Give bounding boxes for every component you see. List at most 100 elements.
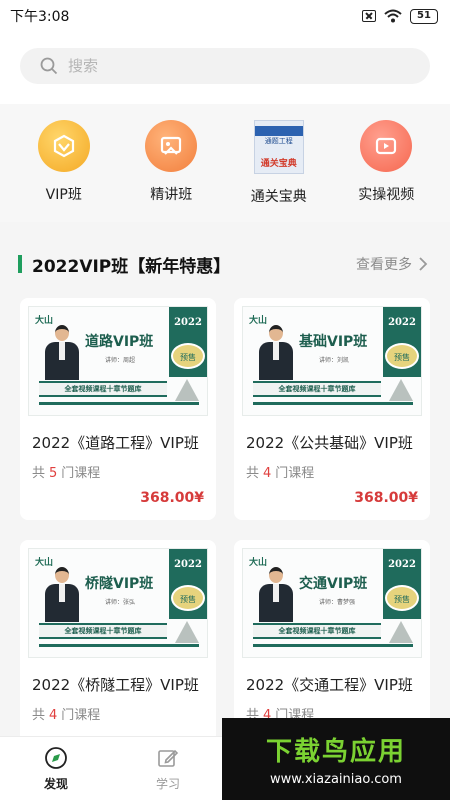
battery-indicator: 51 [410,8,438,24]
wifi-icon [384,9,402,23]
thumbnail-divider [253,402,413,405]
presale-badge: 预售 [171,585,205,611]
ship-icon [389,377,413,401]
watermark-url: www.xiazainiao.com [270,772,402,787]
thumbnail-lecturer: 讲师：张弘 [105,599,136,606]
category-handbook[interactable]: 通题工程 通关宝典 通关宝典 [234,120,324,222]
count-number: 4 [49,708,58,723]
thumbnail-year: 2022 [388,559,416,570]
status-icons: 51 [362,8,438,24]
presale-badge: 预售 [385,343,419,369]
course-card[interactable]: 大山 桥隧VIP班 讲师：张弘 2022 预售 全套视频课程十章节题库 2022… [20,540,216,762]
watermark-title: 下载鸟应用 [265,737,406,767]
thumbnail-year: 2022 [174,317,202,328]
status-bar: 下午3:08 51 [0,0,450,32]
course-card[interactable]: 大山 基础VIP班 讲师：刘凯 2022 预售 全套视频课程十章节题库 2022… [234,298,430,520]
course-title: 2022《道路工程》VIP班 [32,434,199,452]
ship-icon [175,377,199,401]
nav-tab-study[interactable]: 学习 [112,737,224,800]
status-time: 下午3:08 [10,9,70,25]
thumbnail-lecturer: 讲师：曹梦强 [319,599,356,606]
course-price: 368.00¥ [354,490,418,506]
section-title: 2022VIP班【新年特惠】 [32,256,231,277]
search-area [0,32,450,104]
thumbnail-class-name: 桥隧VIP班 [85,576,154,592]
lecture-icon [145,120,198,172]
count-prefix: 共 [32,466,46,481]
view-more-label: 查看更多 [356,257,412,273]
category-grid: VIP班 精讲班 通题工程 通关宝典 通关宝典 实操视频 [0,104,450,222]
count-number: 4 [263,466,272,481]
course-title: 2022《桥隧工程》VIP班 [32,676,199,694]
section-accent-bar [18,255,22,273]
category-vip[interactable]: VIP班 [19,120,109,222]
thumbnail-class-name: 基础VIP班 [299,334,368,350]
thumbnail-banner: 全套视频课程十章节题库 [253,381,381,397]
thumbnail-banner: 全套视频课程十章节题库 [253,623,381,639]
thumbnail-divider [39,644,199,647]
course-thumbnail: 大山 交通VIP班 讲师：曹梦强 2022 预售 全套视频课程十章节题库 [242,548,422,658]
video-play-icon [360,120,413,172]
nav-tab-discover[interactable]: 发现 [0,737,112,800]
year-block: 2022 预售 [383,307,421,377]
course-count: 共 4 门课程 [32,704,100,723]
no-sim-icon [362,10,376,22]
thumbnail-divider [253,644,413,647]
view-more-link[interactable]: 查看更多 [356,254,428,274]
year-block: 2022 预售 [169,549,207,619]
search-bar[interactable] [20,48,430,84]
category-label: 精讲班 [150,187,193,203]
section-title-wrap: 2022VIP班【新年特惠】 [18,252,230,277]
presale-badge: 预售 [385,585,419,611]
count-prefix: 共 [246,466,260,481]
year-block: 2022 预售 [383,549,421,619]
thumbnail-banner: 全套视频课程十章节题库 [39,623,167,639]
thumbnail-lecturer: 讲师：周超 [105,357,136,364]
course-title: 2022《交通工程》VIP班 [246,676,413,694]
course-title: 2022《公共基础》VIP班 [246,434,413,452]
nav-label: 学习 [155,777,180,791]
thumbnail-class-name: 道路VIP班 [85,334,154,350]
teacher-photo [259,567,293,622]
category-video[interactable]: 实操视频 [341,120,431,222]
count-suffix: 门课程 [275,466,315,481]
teacher-photo [259,325,293,380]
search-input[interactable] [68,57,368,75]
course-thumbnail: 大山 桥隧VIP班 讲师：张弘 2022 预售 全套视频课程十章节题库 [28,548,208,658]
count-prefix: 共 [32,708,46,723]
course-count: 共 5 门课程 [32,462,100,481]
category-label: 实操视频 [358,187,415,203]
section-header: 2022VIP班【新年特惠】 查看更多 [0,242,450,286]
nav-label: 发现 [43,777,68,791]
course-price: 368.00¥ [140,490,204,506]
search-icon [40,57,58,75]
book-cover-icon: 通题工程 通关宝典 [253,120,304,174]
edit-icon [155,745,181,771]
watermark-logo: 下载鸟应用 www.xiazainiao.com [222,718,450,800]
count-suffix: 门课程 [61,466,101,481]
thumbnail-year: 2022 [388,317,416,328]
count-suffix: 门课程 [61,708,101,723]
compass-icon [43,745,69,771]
thumbnail-lecturer: 讲师：刘凯 [319,357,350,364]
thumbnail-year: 2022 [174,559,202,570]
vip-icon [37,120,90,172]
book-cover-top: 通题工程 [264,136,293,145]
teacher-photo [45,567,79,622]
course-thumbnail: 大山 道路VIP班 讲师：周超 2022 预售 全套视频课程十章节题库 [28,306,208,416]
chevron-right-icon [419,257,428,271]
presale-badge: 预售 [171,343,205,369]
thumbnail-class-name: 交通VIP班 [299,576,368,592]
course-count: 共 4 门课程 [246,462,314,481]
thumbnail-divider [39,402,199,405]
category-label: 通关宝典 [250,189,307,205]
teacher-photo [45,325,79,380]
thumbnail-banner: 全套视频课程十章节题库 [39,381,167,397]
ship-icon [389,619,413,643]
category-label: VIP班 [45,187,82,203]
course-card[interactable]: 大山 道路VIP班 讲师：周超 2022 预售 全套视频课程十章节题库 2022… [20,298,216,520]
count-number: 5 [49,466,58,481]
category-lecture[interactable]: 精讲班 [126,120,216,222]
book-cover-title: 通关宝典 [260,158,297,169]
course-thumbnail: 大山 基础VIP班 讲师：刘凯 2022 预售 全套视频课程十章节题库 [242,306,422,416]
